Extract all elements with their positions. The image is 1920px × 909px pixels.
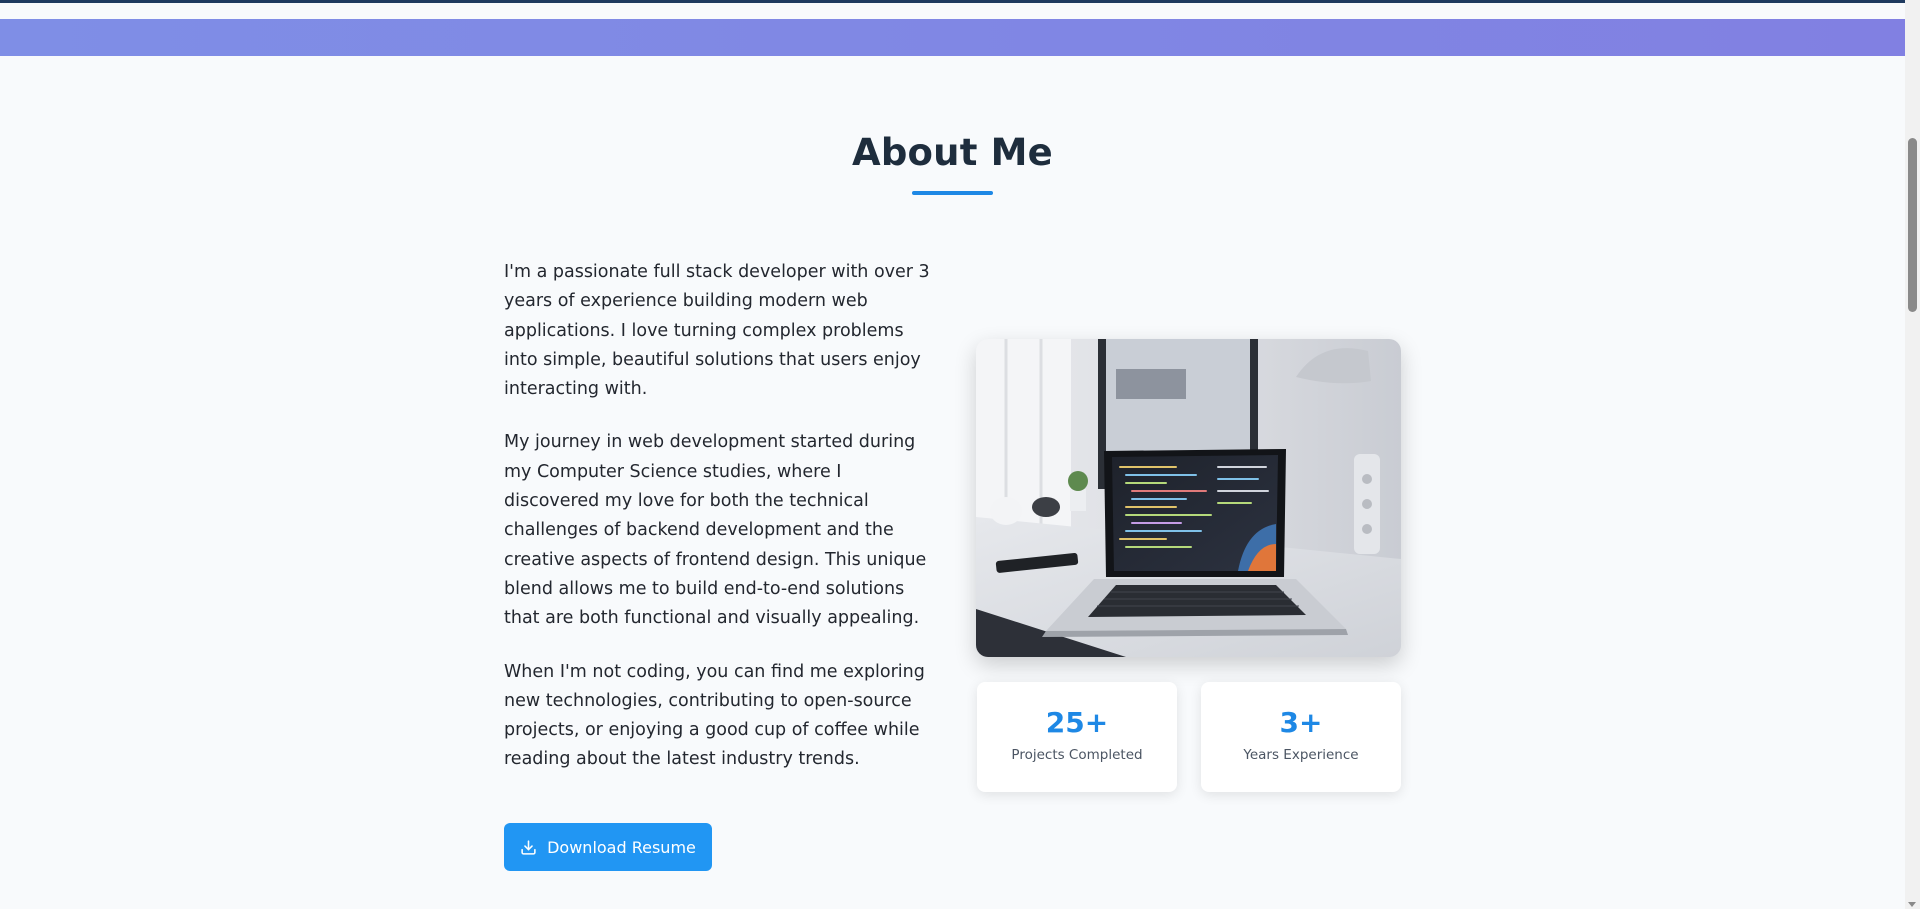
about-text: I'm a passionate full stack developer wi… — [504, 258, 930, 799]
title-underline — [912, 191, 993, 195]
hero-section-bottom — [0, 19, 1905, 56]
download-resume-button[interactable]: Download Resume — [504, 823, 712, 871]
about-paragraph-2: My journey in web development started du… — [504, 432, 927, 629]
laptop-photo — [976, 339, 1401, 657]
download-resume-label: Download Resume — [547, 837, 696, 857]
about-paragraph-3: When I'm not coding, you can find me exp… — [504, 661, 925, 770]
download-icon — [520, 839, 537, 856]
stat-value: 25+ — [1045, 706, 1109, 739]
stat-card-experience: 3+ Years Experience — [1201, 682, 1401, 792]
scrollbar-thumb[interactable] — [1908, 138, 1917, 312]
page: About Me I'm a passionate full stack dev… — [0, 0, 1920, 909]
section-title: About Me — [852, 131, 1053, 174]
vertical-scrollbar[interactable] — [1905, 0, 1920, 909]
scroll-down-arrow-icon[interactable] — [1908, 902, 1916, 907]
about-paragraph-1: I'm a passionate full stack developer wi… — [504, 262, 930, 400]
navbar-edge — [0, 0, 1905, 19]
stat-label: Projects Completed — [1011, 747, 1143, 763]
stat-label: Years Experience — [1243, 747, 1359, 763]
stat-value: 3+ — [1279, 706, 1323, 739]
stat-card-projects: 25+ Projects Completed — [977, 682, 1177, 792]
